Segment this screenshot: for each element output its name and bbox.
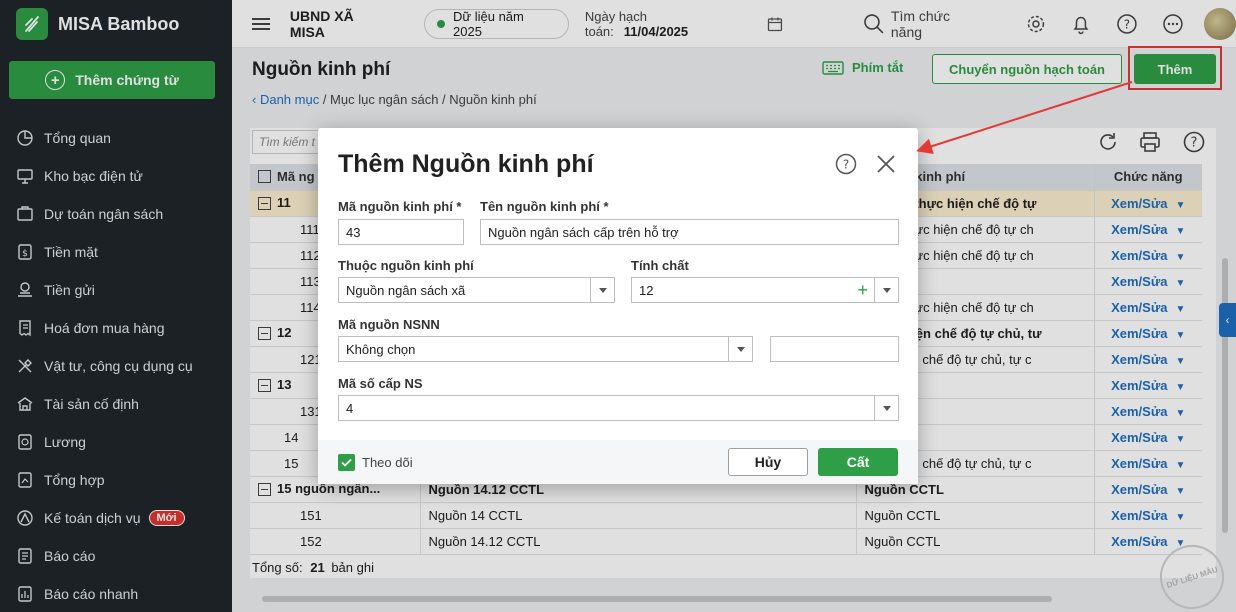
budget-level-select[interactable]: 4 [338, 395, 899, 421]
add-fund-source-dialog: Thêm Nguồn kinh phí ? Mã nguồn kinh phí … [318, 128, 918, 484]
plus-icon[interactable]: + [857, 280, 868, 300]
parent-source-select[interactable]: Nguồn ngân sách xã [338, 277, 615, 303]
nsnn-value: Không chọn [346, 342, 416, 357]
nsnn-select[interactable]: Không chọn [338, 336, 753, 362]
name-input[interactable]: Nguồn ngân sách cấp trên hỗ trợ [480, 219, 899, 245]
chevron-down-icon[interactable] [590, 278, 614, 302]
parent-source-label: Thuộc nguồn kinh phí [338, 258, 474, 273]
name-label: Tên nguồn kinh phí * [480, 199, 609, 214]
nature-select[interactable]: 12 + [631, 277, 899, 303]
budget-level-label: Mã số cấp NS [338, 376, 423, 391]
close-icon[interactable] [875, 153, 897, 175]
nsnn-label: Mã nguồn NSNN [338, 317, 440, 332]
svg-text:?: ? [843, 158, 849, 172]
nsnn-name-input[interactable] [770, 336, 899, 362]
parent-source-value: Nguồn ngân sách xã [346, 283, 466, 298]
nature-value: 12 [639, 283, 654, 298]
code-label: Mã nguồn kinh phí * [338, 199, 462, 214]
app: MISA Bamboo + Thêm chứng từ Tổng quan Kho… [0, 0, 1236, 612]
budget-level-value: 4 [346, 401, 354, 416]
chevron-down-icon[interactable] [874, 396, 898, 420]
chevron-down-icon[interactable] [874, 278, 898, 302]
dialog-footer: Theo dõi Hủy Cất [318, 440, 918, 484]
follow-label: Theo dõi [362, 455, 413, 470]
chevron-down-icon[interactable] [728, 337, 752, 361]
follow-checkbox[interactable]: Theo dõi [338, 454, 413, 471]
code-input[interactable]: 43 [338, 219, 464, 245]
dialog-title: Thêm Nguồn kinh phí [338, 150, 594, 178]
cancel-button[interactable]: Hủy [728, 448, 808, 476]
help-icon[interactable]: ? [835, 153, 857, 175]
check-icon [338, 454, 355, 471]
save-button[interactable]: Cất [818, 448, 898, 476]
nature-label: Tính chất [631, 258, 689, 273]
